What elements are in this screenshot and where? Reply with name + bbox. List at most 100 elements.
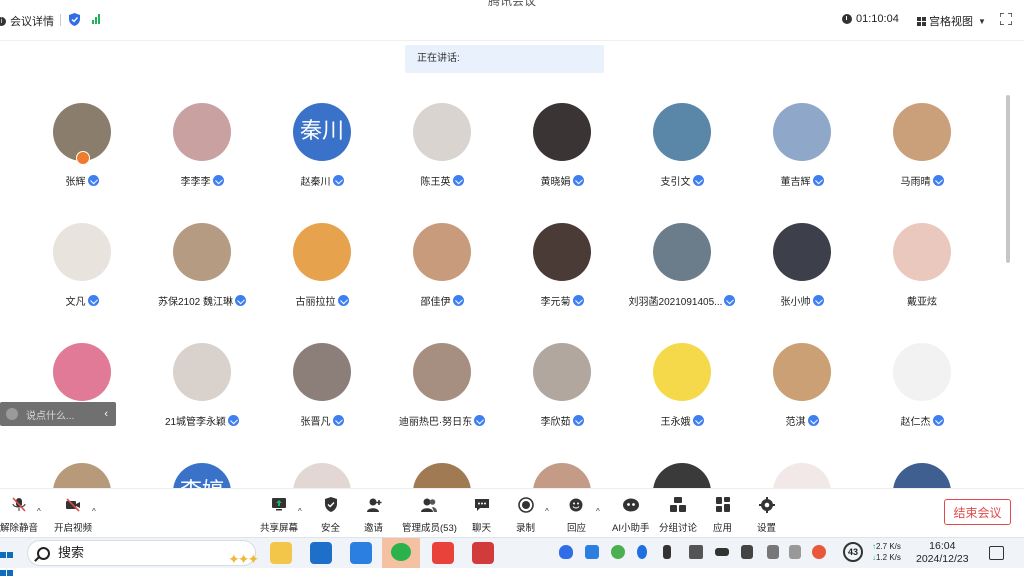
avatar[interactable] xyxy=(893,103,951,161)
avatar[interactable] xyxy=(53,463,111,488)
avatar[interactable] xyxy=(413,223,471,281)
invite-button[interactable]: 邀请 xyxy=(364,497,383,534)
participant-tile[interactable]: 迪丽热巴·努日东 xyxy=(382,343,502,428)
ai-assistant-button[interactable]: AI小助手 xyxy=(612,497,649,534)
react-button[interactable]: 回应 xyxy=(567,497,586,534)
security-shield-icon[interactable] xyxy=(69,13,80,26)
participant-tile[interactable] xyxy=(262,463,382,488)
settings-button[interactable]: 设置 xyxy=(757,497,776,534)
avatar[interactable] xyxy=(293,343,351,401)
input-method-icon[interactable] xyxy=(789,545,801,559)
wifi-icon[interactable] xyxy=(767,545,779,559)
avatar[interactable] xyxy=(653,223,711,281)
grid-scrollbar[interactable] xyxy=(1006,95,1010,263)
chevron-up-icon[interactable]: ^ xyxy=(37,507,41,516)
chevron-left-icon[interactable]: ‹ xyxy=(104,408,108,420)
participant-tile[interactable] xyxy=(382,463,502,488)
security-tray-icon[interactable] xyxy=(559,545,573,559)
participant-tile[interactable]: 李李李 xyxy=(142,103,262,188)
system-clock[interactable]: 16:04 2024/12/23 xyxy=(916,540,969,566)
participant-tile[interactable]: 张晋凡 xyxy=(262,343,382,428)
windows-start-icon[interactable] xyxy=(0,546,14,582)
end-meeting-button[interactable]: 结束会议 xyxy=(944,499,1011,525)
avatar[interactable] xyxy=(533,343,591,401)
participant-tile[interactable]: 刘羽菡2021091405... xyxy=(622,223,742,308)
network-signal-icon[interactable] xyxy=(92,14,100,24)
volume-icon[interactable] xyxy=(741,545,753,559)
avatar[interactable]: 李婷 xyxy=(173,463,231,488)
record-button[interactable]: 录制 xyxy=(516,497,535,534)
avatar[interactable] xyxy=(173,343,231,401)
avatar[interactable] xyxy=(653,103,711,161)
battery-device-icon[interactable] xyxy=(715,548,729,556)
participant-tile[interactable] xyxy=(742,463,862,488)
wps-office-icon[interactable] xyxy=(472,542,494,564)
chevron-up-icon[interactable]: ^ xyxy=(596,507,600,516)
participant-tile[interactable]: 21城管李永颖 xyxy=(142,343,262,428)
participant-tile[interactable]: 张小帅 xyxy=(742,223,862,308)
avatar[interactable] xyxy=(53,343,111,401)
meeting-details-button[interactable]: i 会议详情 xyxy=(0,13,54,29)
avatar[interactable] xyxy=(533,103,591,161)
participant-tile[interactable]: 马雨晴 xyxy=(862,103,982,188)
participant-tile[interactable]: 黄晓娟 xyxy=(502,103,622,188)
avatar[interactable] xyxy=(893,223,951,281)
participant-tile[interactable]: 陈王英 xyxy=(382,103,502,188)
avatar[interactable] xyxy=(413,343,471,401)
avatar[interactable] xyxy=(893,343,951,401)
share-screen-button[interactable]: 共享屏幕 xyxy=(260,497,298,534)
avatar[interactable] xyxy=(53,223,111,281)
view-mode-dropdown[interactable]: 宫格视图 ▼ xyxy=(917,13,986,29)
participant-tile[interactable]: 苏保2102 魏江琳 xyxy=(142,223,262,308)
security-button[interactable]: 安全 xyxy=(321,497,340,534)
participant-tile[interactable]: 李欣茹 xyxy=(502,343,622,428)
avatar[interactable] xyxy=(413,103,471,161)
manage-members-button[interactable]: 管理成员(53) xyxy=(402,497,457,534)
wechat-app-active[interactable] xyxy=(382,538,420,568)
usb-icon[interactable] xyxy=(663,545,671,559)
chevron-up-icon[interactable]: ^ xyxy=(545,507,549,516)
participant-tile[interactable]: 李元菊 xyxy=(502,223,622,308)
chevron-up-icon[interactable]: ^ xyxy=(298,507,302,516)
avatar[interactable] xyxy=(773,463,831,488)
chevron-up-icon[interactable]: ^ xyxy=(92,507,96,516)
avatar[interactable] xyxy=(533,463,591,488)
sync-tray-icon[interactable] xyxy=(611,545,625,559)
participant-tile[interactable] xyxy=(622,463,742,488)
wps-icon[interactable] xyxy=(432,542,454,564)
apps-button[interactable]: 应用 xyxy=(713,497,732,534)
avatar[interactable] xyxy=(773,223,831,281)
breakout-button[interactable]: 分组讨论 xyxy=(659,497,697,534)
sogou-icon[interactable] xyxy=(812,545,826,559)
participant-tile[interactable]: 赵仁杰 xyxy=(862,343,982,428)
participant-tile[interactable]: 支引文 xyxy=(622,103,742,188)
avatar[interactable] xyxy=(173,103,231,161)
avatar[interactable] xyxy=(653,343,711,401)
start-video-button[interactable]: 开启视频 xyxy=(54,497,92,534)
participant-tile[interactable]: 文凡 xyxy=(22,223,142,308)
participant-tile[interactable]: 古丽拉拉 xyxy=(262,223,382,308)
participant-tile[interactable] xyxy=(22,463,142,488)
participant-tile[interactable]: 邵佳伊 xyxy=(382,223,502,308)
tencent-meeting-icon[interactable] xyxy=(350,542,372,564)
file-explorer-icon[interactable] xyxy=(270,542,292,564)
chat-overlay[interactable]: 说点什么... ‹ xyxy=(0,402,116,426)
participant-tile[interactable] xyxy=(502,463,622,488)
fullscreen-icon[interactable] xyxy=(1000,13,1012,25)
defender-icon[interactable] xyxy=(689,545,703,559)
battery-percent[interactable]: 43 xyxy=(843,542,863,562)
participant-tile[interactable]: 张辉 xyxy=(22,103,142,188)
bluetooth-icon[interactable] xyxy=(637,545,647,559)
notification-icon[interactable] xyxy=(989,546,1004,560)
avatar[interactable] xyxy=(293,223,351,281)
participant-tile[interactable]: 王永娥 xyxy=(622,343,742,428)
taskbar-search[interactable]: 搜索 ✦✦✦ xyxy=(27,540,259,567)
participant-tile[interactable]: 董吉辉 xyxy=(742,103,862,188)
avatar[interactable]: 秦川 xyxy=(293,103,351,161)
emoji-icon[interactable] xyxy=(6,408,18,420)
participant-tile[interactable]: 李婷 xyxy=(142,463,262,488)
participant-tile[interactable] xyxy=(862,463,982,488)
participant-tile[interactable]: 秦川 赵秦川 xyxy=(262,103,382,188)
outlook-icon[interactable] xyxy=(310,542,332,564)
avatar[interactable] xyxy=(893,463,951,488)
